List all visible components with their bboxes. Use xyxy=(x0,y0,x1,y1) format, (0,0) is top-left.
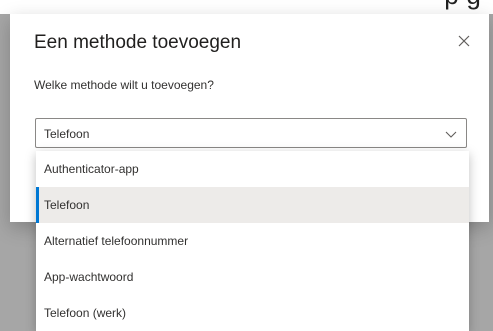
method-dropdown[interactable]: Telefoon xyxy=(35,118,467,148)
option-telefoon-werk[interactable]: Telefoon (werk) xyxy=(36,295,469,331)
close-icon xyxy=(458,35,470,47)
background-page-strip: p g xyxy=(0,0,493,14)
dialog-title: Een methode toevoegen xyxy=(34,32,242,53)
chevron-down-icon xyxy=(445,131,457,138)
close-button[interactable] xyxy=(453,30,475,52)
background-text-fragment: p g xyxy=(444,0,481,11)
option-authenticator-app[interactable]: Authenticator-app xyxy=(36,151,469,187)
dialog-subtitle: Welke methode wilt u toevoegen? xyxy=(34,78,214,92)
method-options-listbox: Authenticator-app Telefoon Alternatief t… xyxy=(36,151,469,331)
dropdown-selected-value: Telefoon xyxy=(44,127,90,141)
option-app-wachtwoord[interactable]: App-wachtwoord xyxy=(36,259,469,295)
option-alternatief-telefoonnummer[interactable]: Alternatief telefoonnummer xyxy=(36,223,469,259)
option-telefoon[interactable]: Telefoon xyxy=(36,187,469,223)
